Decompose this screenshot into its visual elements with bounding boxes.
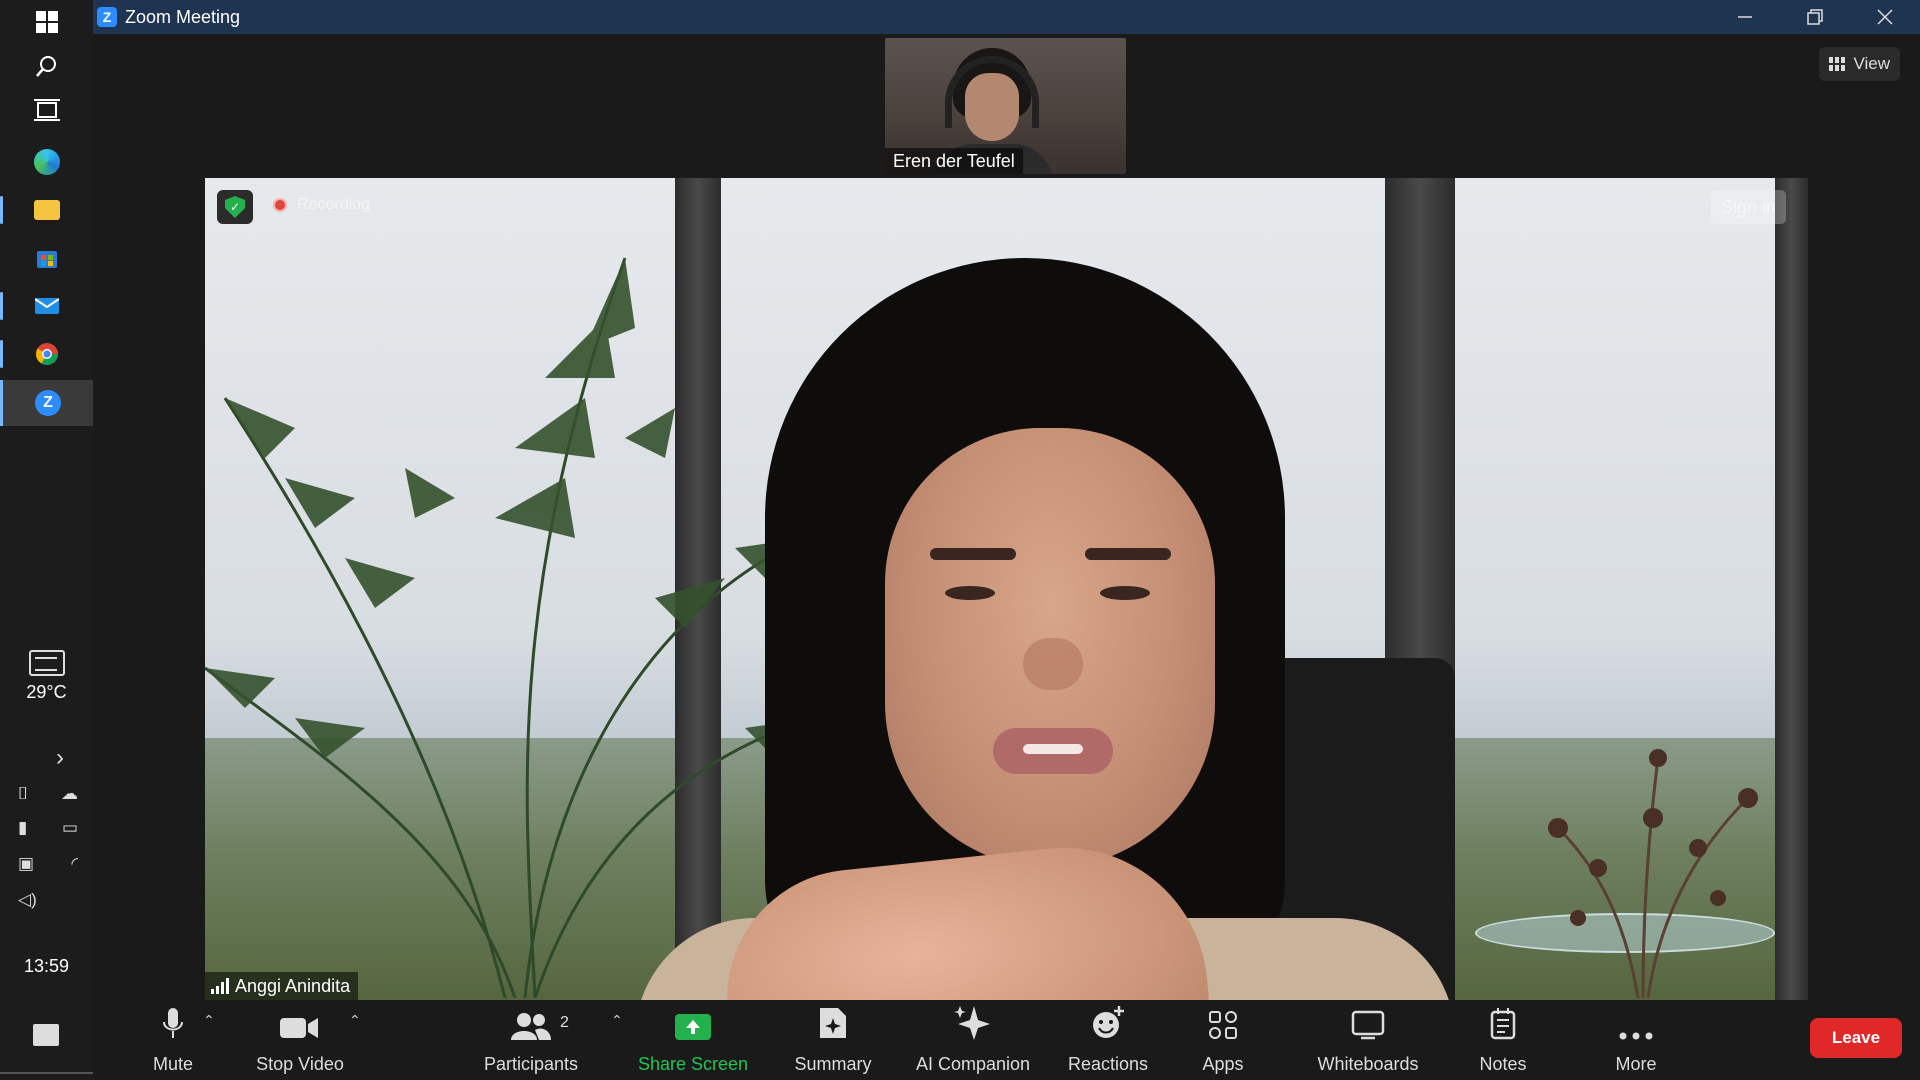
speaker-person <box>635 258 1455 1000</box>
share-screen-label: Share Screen <box>637 1054 749 1074</box>
mute-label: Mute <box>152 1054 194 1074</box>
participants-icon <box>511 1000 551 1044</box>
camera-privacy-icon[interactable]: ⌷ <box>18 784 28 804</box>
chrome-icon[interactable] <box>0 332 93 376</box>
sign-in-button[interactable]: Sign in <box>1710 190 1786 224</box>
decorative-branch-image <box>1548 749 1758 998</box>
mute-button[interactable]: Mute <box>133 1000 213 1080</box>
mail-icon[interactable] <box>0 284 93 328</box>
more-button[interactable]: More <box>1596 1000 1676 1080</box>
tray-row-4: ◁) <box>18 890 78 910</box>
tray-row-1: ⌷ ☁ <box>18 784 78 804</box>
windows-start-icon[interactable] <box>0 0 93 44</box>
wifi-icon[interactable]: ◜ <box>71 854 78 874</box>
windows-taskbar: Z 29°C › ⌷ ☁ ▮ ▭ ▣ ◜ ◁) 13:59 <box>0 0 93 1080</box>
taskbar-divider <box>0 1072 93 1074</box>
apps-button[interactable]: Apps <box>1183 1000 1263 1080</box>
tray-row-2: ▮ ▭ <box>18 818 78 838</box>
microphone-icon[interactable]: ▮ <box>18 818 27 838</box>
taskbar-clock[interactable]: 13:59 <box>0 956 93 977</box>
video-options-caret-icon[interactable]: ⌃ <box>349 1012 361 1029</box>
battery-icon[interactable]: ▭ <box>62 818 78 838</box>
zoom-icon[interactable]: Z <box>0 380 93 426</box>
stop-video-label: Stop Video <box>256 1054 344 1074</box>
reactions-button[interactable]: Reactions <box>1053 1000 1163 1080</box>
notes-button[interactable]: Notes <box>1458 1000 1548 1080</box>
microphone-icon <box>162 1000 184 1044</box>
microsoft-store-icon[interactable] <box>0 236 93 280</box>
leave-button[interactable]: Leave <box>1810 1018 1902 1058</box>
participants-button[interactable]: Participants <box>476 1000 586 1080</box>
more-label: More <box>1615 1054 1657 1074</box>
volume-icon[interactable]: ◁) <box>18 890 37 910</box>
recording-label: Recording <box>297 196 370 213</box>
stop-video-button[interactable]: Stop Video <box>245 1000 355 1080</box>
shield-check-icon: ✓ <box>225 196 245 218</box>
window-controls <box>1710 0 1920 34</box>
summary-label: Summary <box>794 1054 872 1074</box>
search-icon[interactable] <box>0 44 93 88</box>
video-camera-icon <box>280 1000 320 1044</box>
view-button[interactable]: View <box>1819 47 1900 81</box>
connection-signal-icon <box>211 978 229 994</box>
speaker-name: Anggi Anindita <box>235 975 351 996</box>
active-speaker-video[interactable]: ✓ Recording Sign in Anggi Anindita <box>205 178 1808 1000</box>
participants-count: 2 <box>560 1014 569 1031</box>
display-icon[interactable]: ▣ <box>18 854 34 874</box>
whiteboards-label: Whiteboards <box>1317 1054 1419 1074</box>
summary-icon <box>818 1000 848 1044</box>
whiteboards-button[interactable]: Whiteboards <box>1298 1000 1438 1080</box>
close-button[interactable] <box>1850 0 1920 34</box>
share-screen-button[interactable]: Share Screen <box>638 1000 748 1080</box>
summary-button[interactable]: Summary <box>783 1000 883 1080</box>
window-titlebar: Z Zoom Meeting <box>93 0 1920 34</box>
window-title: Zoom Meeting <box>125 6 241 27</box>
ai-companion-label: AI Companion <box>915 1054 1031 1074</box>
onedrive-icon[interactable]: ☁ <box>61 784 78 804</box>
window-frame <box>1775 178 1808 1000</box>
weather-temperature: 29°C <box>26 682 67 702</box>
apps-icon <box>1208 1000 1238 1044</box>
view-button-label: View <box>1853 54 1890 73</box>
participants-label: Participants <box>483 1054 579 1074</box>
restore-button[interactable] <box>1780 0 1850 34</box>
notification-center-icon[interactable] <box>33 1024 59 1046</box>
weather-icon <box>28 650 65 676</box>
speaker-name-tag: Anggi Anindita <box>205 972 359 1000</box>
task-view-icon[interactable] <box>0 88 93 132</box>
notes-label: Notes <box>1479 1054 1527 1074</box>
minimize-button[interactable] <box>1710 0 1780 34</box>
recording-indicator: Recording <box>273 196 370 214</box>
reactions-emoji-icon <box>1091 1000 1125 1044</box>
reactions-label: Reactions <box>1067 1054 1149 1074</box>
ai-sparkle-icon <box>954 1000 992 1044</box>
edge-icon[interactable] <box>0 140 93 184</box>
record-dot-icon <box>273 198 287 212</box>
gallery-grid-icon <box>1829 57 1846 71</box>
more-dots-icon <box>1619 1000 1653 1044</box>
weather-widget[interactable]: 29°C <box>0 650 93 703</box>
file-explorer-icon[interactable] <box>0 188 93 232</box>
ai-companion-button[interactable]: AI Companion <box>908 1000 1038 1080</box>
notes-icon <box>1490 1000 1516 1044</box>
encryption-badge[interactable]: ✓ <box>217 190 253 224</box>
meeting-toolbar: Mute ⌃ Stop Video ⌃ Participants 2 ⌃ Sha… <box>93 1000 1920 1080</box>
thumbnail-participant-name: Eren der Teufel <box>885 148 1023 174</box>
zoom-logo-icon: Z <box>97 7 117 27</box>
participants-options-caret-icon[interactable]: ⌃ <box>611 1012 623 1029</box>
whiteboard-icon <box>1351 1000 1385 1044</box>
share-screen-icon <box>675 1000 711 1044</box>
audio-options-caret-icon[interactable]: ⌃ <box>203 1012 215 1029</box>
apps-label: Apps <box>1202 1054 1244 1074</box>
tray-row-3: ▣ ◜ <box>18 854 78 874</box>
participant-thumbnail[interactable]: Eren der Teufel <box>885 38 1126 174</box>
chevron-right-icon[interactable]: › <box>56 744 64 772</box>
